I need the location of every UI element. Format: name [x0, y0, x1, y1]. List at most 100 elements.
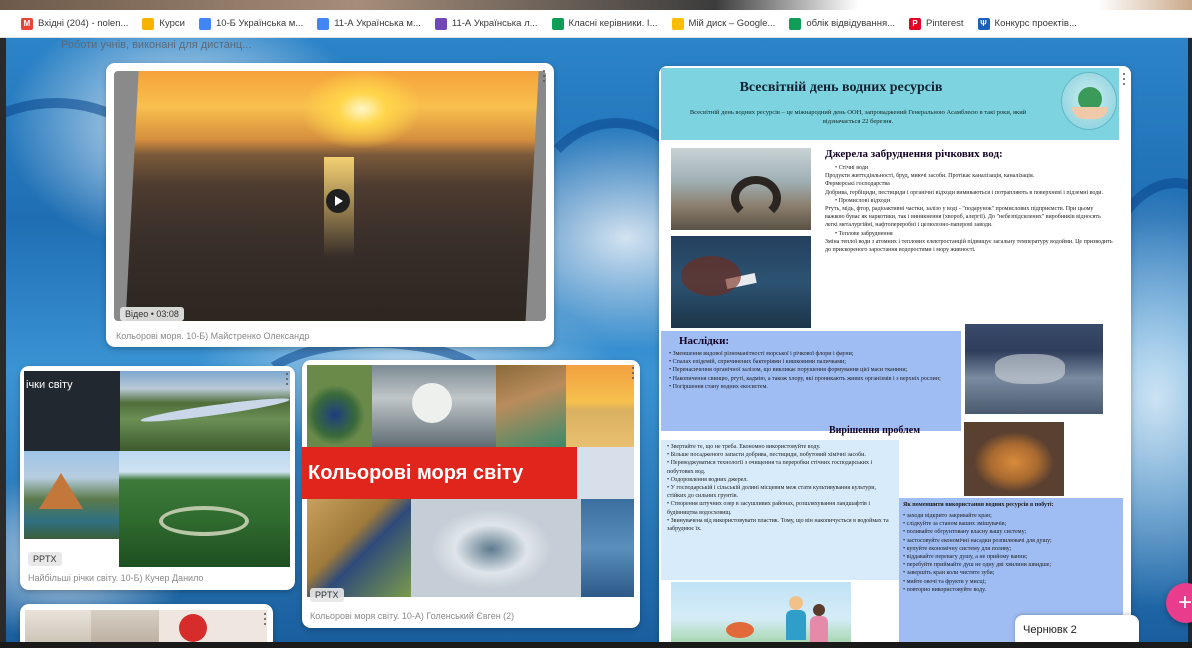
- sea-map-photo: [307, 365, 372, 447]
- consequence-item: • Зменшення видової різноманітності морс…: [669, 351, 854, 357]
- bookmarks-bar: M Вхідні (204) - nolen... Курси 10-Б Україн…: [0, 10, 1192, 38]
- household-item: • заходи відкрито закривайте кран;: [903, 513, 992, 519]
- pinterest-icon: P: [909, 17, 922, 30]
- polluted-shore-photo: [671, 148, 811, 230]
- rivers-post-card[interactable]: ічки світу PPTX Найбільші річки світу. 1…: [20, 366, 295, 590]
- more-options-icon[interactable]: [539, 69, 549, 83]
- window-edge: [0, 38, 6, 642]
- pollution-item: Ртуть, мідь, фтор, радіоактивні частки, …: [825, 206, 1101, 229]
- solution-item: • У господарській і сільській долині міс…: [667, 485, 876, 500]
- sheet-icon: [551, 17, 564, 30]
- person-head: [789, 596, 803, 610]
- bookmark-item[interactable]: M Вхідні (204) - nolen...: [14, 12, 135, 36]
- trident-icon: Ψ: [977, 17, 990, 30]
- poster-header: Всесвітній день водних ресурсів Всесвітн…: [661, 68, 1119, 140]
- mountain-river-photo: [24, 451, 119, 539]
- satellite-sea-photo: [496, 365, 566, 447]
- consequences-list: • Зменшення видової різноманітності морс…: [669, 350, 957, 391]
- save-the-planet-logo: [1061, 72, 1117, 130]
- pollution-item: Добрива, гербіциди, пестициди і органічн…: [825, 189, 1104, 196]
- solution-item: • Створення штучних озер в засушливих ра…: [667, 501, 870, 516]
- pipe-shape: [731, 176, 781, 220]
- more-options-icon[interactable]: [260, 612, 270, 626]
- padlet-subtitle: Роботи учнів, виконані для дистанц...: [61, 39, 252, 51]
- more-options-icon[interactable]: [282, 372, 292, 386]
- solutions-left-list: • Звертайте те, що не треба. Економно ви…: [667, 443, 895, 533]
- dog-shape: [726, 622, 754, 638]
- pollution-list: • Стічні води Продукти життєдіяльності, …: [825, 164, 1113, 254]
- solution-item: • Звертайте те, що не треба. Економно ви…: [667, 444, 821, 450]
- form-icon: [434, 17, 447, 30]
- pollution-item: • Теплове забруднення: [835, 230, 893, 237]
- bookmark-item[interactable]: Мій диск – Google...: [665, 12, 783, 36]
- water-day-poster-card[interactable]: Всесвітній день водних ресурсів Всесвітн…: [659, 66, 1131, 648]
- bookmark-label: Конкурс проектів...: [994, 18, 1077, 29]
- consequences-heading: Наслідки:: [679, 335, 730, 347]
- household-item: • завершіть кран коли чистите зуби;: [903, 570, 995, 577]
- wave-crest: [412, 383, 452, 423]
- household-item: • купуйте економічну систему для поливу;: [903, 545, 1012, 552]
- bookmark-item[interactable]: облік відвідування...: [782, 12, 902, 36]
- bookmark-label: Класні керівники. I...: [568, 18, 658, 29]
- bookmark-label: облік відвідування...: [806, 18, 896, 29]
- bookmark-label: 11-А Українська л...: [451, 18, 538, 29]
- consequence-item: • Перенасичення органічної залізом, що в…: [669, 367, 908, 374]
- more-options-icon[interactable]: [628, 366, 638, 380]
- bookmark-item[interactable]: Класні керівники. I...: [545, 12, 665, 36]
- white-sea-satellite-photo: [411, 499, 581, 597]
- oil-spill-photo: [671, 236, 811, 328]
- bookmark-label: Вхідні (204) - nolen...: [38, 18, 129, 29]
- bookmark-item[interactable]: Курси: [135, 12, 192, 36]
- post-caption: Кольорові моря. 10-Б) Майстренко Олексан…: [116, 331, 310, 341]
- video-thumbnail[interactable]: Відео • 03:08: [114, 71, 546, 321]
- household-item: • віддавайте перевагу душу, а не прийому…: [903, 554, 1028, 561]
- amazon-river-photo: [119, 451, 290, 567]
- seas-title-banner: Кольорові моря світу: [302, 447, 577, 499]
- bookmark-item[interactable]: 10-Б Українська м...: [192, 12, 310, 36]
- seas-title: Кольорові моря світу: [308, 461, 524, 484]
- slide-title: ічки світу: [26, 379, 73, 391]
- household-item: • мийте овочі та фрукти у мисці;: [903, 578, 986, 585]
- bookmark-item[interactable]: P Pinterest: [902, 12, 971, 36]
- post-caption: Найбільші річки світу. 10-Б) Кучер Данил…: [28, 573, 204, 583]
- browser-top-strip: [0, 0, 1192, 10]
- video-duration-badge: Відео • 03:08: [120, 307, 184, 321]
- red-ornament-shape: [179, 614, 207, 642]
- household-item: • застосовуйте економічні насадки розпил…: [903, 537, 1052, 544]
- bookmark-item[interactable]: 11-А Українська л...: [428, 12, 545, 36]
- consequence-item: • Погіршення стану водних екосистем.: [669, 383, 768, 390]
- doc-icon: [317, 17, 330, 30]
- play-icon[interactable]: [326, 189, 350, 213]
- more-options-icon[interactable]: [1119, 72, 1129, 86]
- yellow-sea-photo: [566, 365, 634, 447]
- pollution-item: Продукти життєдіяльності, бруд, миючі за…: [825, 173, 1035, 180]
- bookmark-label: Мій диск – Google...: [688, 18, 776, 29]
- poster-title: Всесвітній день водних ресурсів: [739, 80, 943, 95]
- household-item: • слідкуйте за станом ваших змішувачів;: [903, 521, 1007, 528]
- drive-icon: [671, 17, 684, 30]
- gmail-icon: M: [21, 17, 33, 30]
- seas-post-card[interactable]: Кольорові моря світу PPTX Кольорові моря…: [302, 360, 640, 628]
- solution-item: • Звинувачена від використовувати пласти…: [667, 517, 889, 533]
- consequence-item: • Накопичення свинцю, ртуті, кадмію, а т…: [669, 375, 941, 382]
- river-meander: [159, 506, 249, 536]
- garbage-water-photo: [965, 324, 1103, 414]
- household-heading: Як поменшити використання водних ресурсі…: [903, 502, 1054, 508]
- bookmark-item[interactable]: 11-А Українська м...: [310, 12, 428, 36]
- bookmark-item[interactable]: Ψ Конкурс проектів...: [971, 12, 1084, 36]
- household-item: • повторно використовуйте воду.: [903, 586, 987, 593]
- person-body: [786, 610, 806, 640]
- pptx-title-slide: ічки світу: [24, 371, 120, 451]
- person-head: [813, 604, 825, 616]
- trash-pile: [995, 354, 1065, 384]
- people-illustration: [671, 582, 851, 648]
- river-stream: [140, 394, 290, 426]
- bookmark-label: 10-Б Українська м...: [215, 18, 304, 29]
- red-sea-satellite-photo: [307, 499, 411, 597]
- consequences-panel: Наслідки: • Зменшення видової різноманіт…: [661, 331, 961, 431]
- video-post-card[interactable]: Відео • 03:08 Кольорові моря. 10-Б) Майс…: [106, 63, 554, 347]
- map-photo: [577, 447, 634, 499]
- wave-photo: [372, 365, 496, 447]
- solution-item: • Більше посадженого запасти добрива, пе…: [667, 452, 866, 459]
- sheet-icon: [789, 17, 802, 30]
